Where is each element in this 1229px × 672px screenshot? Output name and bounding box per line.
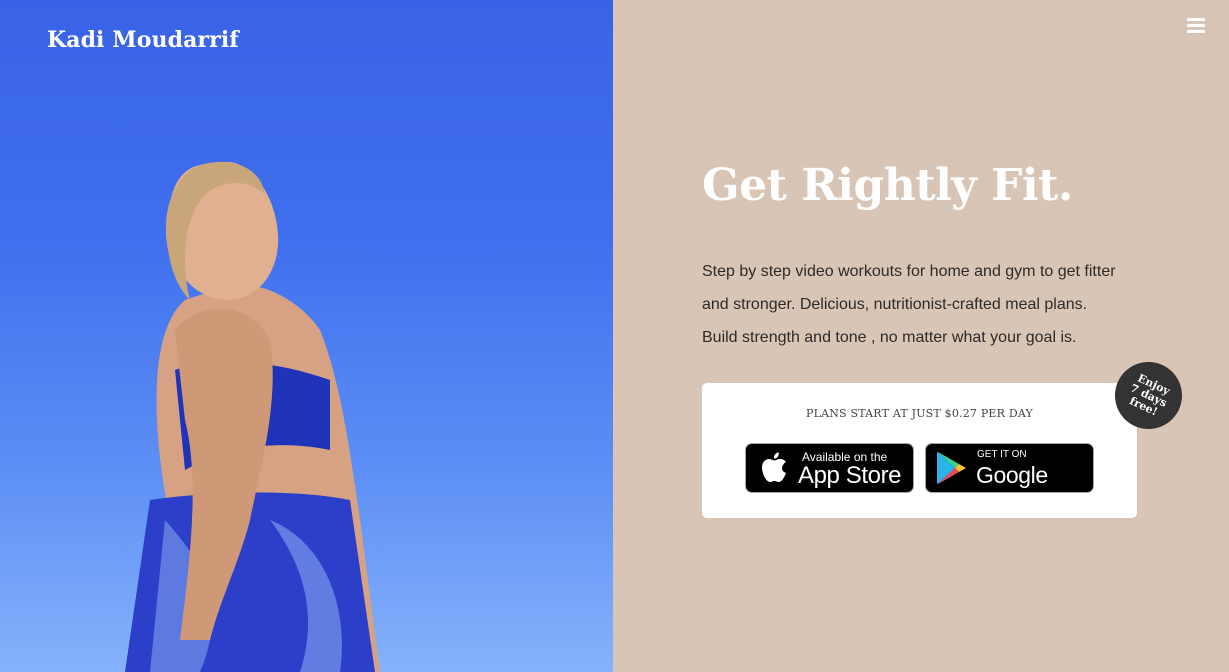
description-line: Step by step video workouts for home and…	[702, 263, 1116, 280]
hero-content-panel: Get Rightly Fit. Step by step video work…	[613, 0, 1229, 672]
google-play-big-label: Google Play	[976, 462, 1048, 515]
google-play-button[interactable]: GET IT ON Google Play	[925, 443, 1094, 515]
app-store-big-label: App Store	[798, 462, 902, 489]
plans-price-text: PLANS START AT JUST $0.27 PER DAY	[805, 407, 1034, 420]
free-trial-badge: Enjoy 7 days free!	[1115, 362, 1182, 429]
page-title: Get Rightly Fit.	[702, 160, 1073, 211]
google-play-icon	[937, 452, 966, 484]
download-card: PLANS START AT JUST $0.27 PER DAY Availa…	[702, 383, 1137, 518]
hamburger-menu-icon[interactable]	[1187, 18, 1205, 34]
hero-image-panel: Kadi Moudarrif	[0, 0, 613, 672]
description-line: and stronger. Delicious, nutritionist-cr…	[702, 296, 1088, 313]
description-line: Build strength and tone , no matter what…	[702, 329, 1077, 346]
hero-description: Step by step video workouts for home and…	[702, 255, 1142, 354]
app-store-button[interactable]: Available on the App Store	[745, 443, 914, 493]
google-play-small-label: GET IT ON	[977, 449, 1027, 460]
brand-name[interactable]: Kadi Moudarrif	[47, 27, 239, 53]
hero-photo	[125, 161, 380, 672]
apple-icon	[762, 452, 786, 482]
